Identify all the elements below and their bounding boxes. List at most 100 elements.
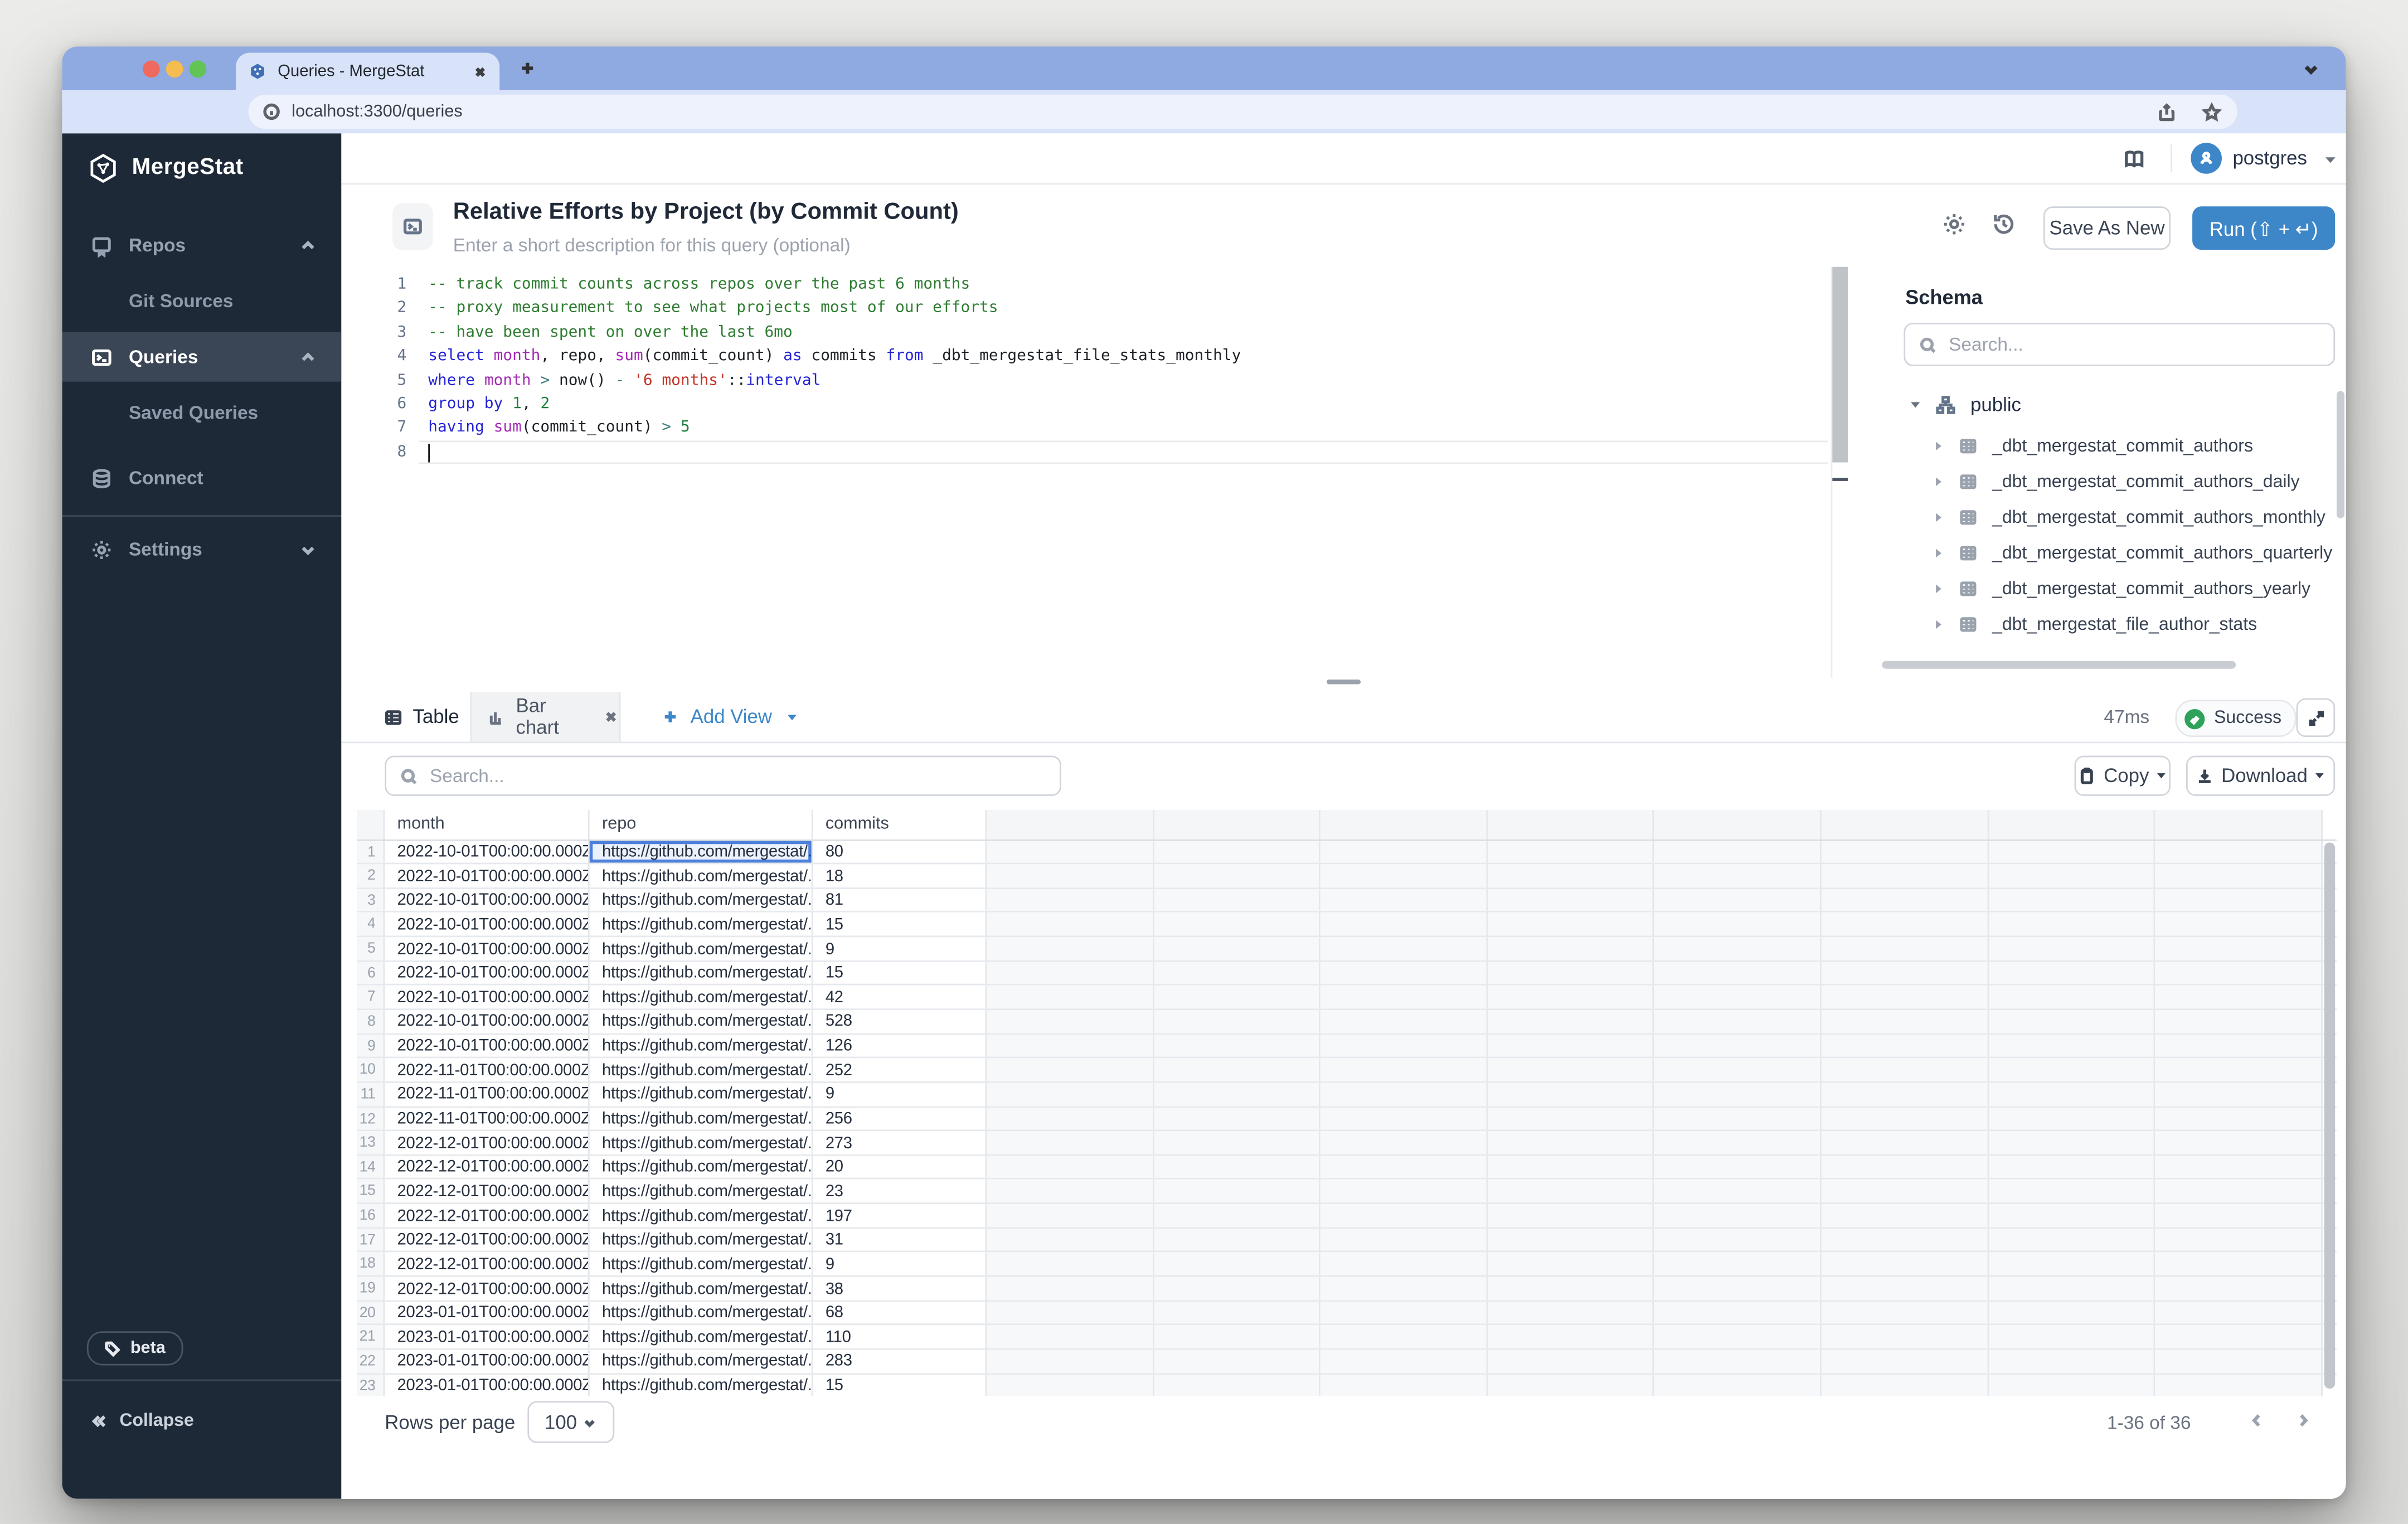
- table-cell[interactable]: 80: [813, 840, 987, 863]
- save-as-new-button[interactable]: Save As New: [2043, 206, 2171, 250]
- table-cell[interactable]: 2022-10-01T00:00:00.000Z: [385, 889, 589, 911]
- table-row[interactable]: 62022-10-01T00:00:00.000Zhttps://github.…: [357, 962, 2337, 986]
- schema-table-item[interactable]: _dbt_mergestat_commit_authors_monthly: [1881, 499, 2337, 535]
- schema-hscrollbar[interactable]: [1882, 661, 2335, 669]
- table-cell[interactable]: 42: [813, 986, 987, 1008]
- table-cell[interactable]: 2022-10-01T00:00:00.000Z: [385, 986, 589, 1008]
- bookmark-star-icon[interactable]: [2202, 101, 2222, 122]
- table-cell[interactable]: 23: [813, 1180, 987, 1203]
- results-table[interactable]: monthrepocommits 12022-10-01T00:00:00.00…: [357, 810, 2337, 1396]
- table-cell[interactable]: 20: [813, 1156, 987, 1178]
- table-cell[interactable]: 2023-01-01T00:00:00.000Z: [385, 1326, 589, 1348]
- table-cell[interactable]: 9: [813, 1083, 987, 1106]
- tree-collapsed-caret-icon[interactable]: [1933, 511, 1944, 525]
- table-cell[interactable]: 2022-10-01T00:00:00.000Z: [385, 840, 589, 863]
- sidebar-item-settings[interactable]: Settings: [62, 525, 341, 574]
- table-cell[interactable]: https://github.com/mergestat/...: [590, 1277, 813, 1300]
- browser-tab[interactable]: Queries - MergeStat: [236, 53, 499, 90]
- table-cell[interactable]: https://github.com/mergestat/...: [590, 962, 813, 984]
- download-button[interactable]: Download: [2186, 756, 2335, 796]
- table-cell[interactable]: 81: [813, 889, 987, 911]
- schema-table-item[interactable]: _dbt_mergestat_file_author_stats: [1881, 606, 2337, 642]
- query-title[interactable]: Relative Efforts by Project (by Commit C…: [453, 198, 959, 225]
- schema-table-item[interactable]: _dbt_mergestat_commit_authors_quarterly: [1881, 535, 2337, 571]
- table-cell[interactable]: https://github.com/mergestat/...: [590, 889, 813, 911]
- query-history-icon[interactable]: [1991, 211, 2017, 237]
- table-row[interactable]: 182022-12-01T00:00:00.000Zhttps://github…: [357, 1253, 2337, 1277]
- table-cell[interactable]: https://github.com/mergestat/...: [590, 865, 813, 887]
- table-row[interactable]: 112022-11-01T00:00:00.000Zhttps://github…: [357, 1083, 2337, 1108]
- column-header[interactable]: repo: [590, 810, 813, 838]
- docs-book-icon[interactable]: [2123, 147, 2146, 170]
- table-row[interactable]: 42022-10-01T00:00:00.000Zhttps://github.…: [357, 913, 2337, 938]
- table-cell[interactable]: 2022-11-01T00:00:00.000Z: [385, 1059, 589, 1081]
- editor-scrollbar-thumb[interactable]: [1832, 267, 1848, 463]
- table-row[interactable]: 142022-12-01T00:00:00.000Zhttps://github…: [357, 1156, 2337, 1180]
- rows-per-page-select[interactable]: 100: [527, 1401, 614, 1443]
- table-cell[interactable]: 2022-11-01T00:00:00.000Z: [385, 1083, 589, 1106]
- share-icon[interactable]: [2157, 101, 2177, 122]
- query-description-placeholder[interactable]: Enter a short description for this query…: [453, 234, 851, 256]
- table-cell[interactable]: 2022-12-01T00:00:00.000Z: [385, 1132, 589, 1154]
- table-row[interactable]: 212023-01-01T00:00:00.000Zhttps://github…: [357, 1326, 2337, 1350]
- sql-editor[interactable]: 12345678 -- track commit counts across r…: [341, 270, 1846, 680]
- table-cell[interactable]: https://github.com/mergestat/...: [590, 1010, 813, 1033]
- table-cell[interactable]: https://github.com/mergestat/...: [590, 1374, 813, 1396]
- app-logo[interactable]: MergeStat: [87, 146, 244, 190]
- table-cell[interactable]: 273: [813, 1132, 987, 1154]
- table-cell[interactable]: 528: [813, 1010, 987, 1033]
- tab-search-chevron-icon[interactable]: [2303, 61, 2320, 78]
- table-cell[interactable]: 2023-01-01T00:00:00.000Z: [385, 1301, 589, 1324]
- table-cell[interactable]: https://github.com/mergestat/...: [590, 1301, 813, 1324]
- table-row[interactable]: 152022-12-01T00:00:00.000Zhttps://github…: [357, 1180, 2337, 1205]
- editor-code-line[interactable]: group by 1, 2: [428, 392, 1241, 416]
- table-cell[interactable]: https://github.com/mergestat/...: [590, 1350, 813, 1373]
- address-bar[interactable]: localhost:3300/queries: [248, 95, 2237, 129]
- collapse-sidebar-button[interactable]: Collapse: [90, 1394, 193, 1449]
- sidebar-item-repos[interactable]: Repos: [62, 220, 341, 270]
- tree-expanded-caret-icon[interactable]: [1909, 399, 1922, 411]
- table-cell[interactable]: 2023-01-01T00:00:00.000Z: [385, 1350, 589, 1373]
- schema-table-item[interactable]: _dbt_mergestat_commit_authors_yearly: [1881, 571, 2337, 606]
- table-cell[interactable]: 2022-10-01T00:00:00.000Z: [385, 937, 589, 960]
- table-cell[interactable]: 68: [813, 1301, 987, 1324]
- schema-scrollbar-thumb[interactable]: [2337, 391, 2344, 518]
- table-row[interactable]: 202023-01-01T00:00:00.000Zhttps://github…: [357, 1301, 2337, 1326]
- sidebar-item-connect[interactable]: Connect: [62, 453, 341, 503]
- run-query-button[interactable]: Run (⇧ + ↵): [2192, 206, 2335, 250]
- table-cell[interactable]: 2022-12-01T00:00:00.000Z: [385, 1277, 589, 1300]
- sidebar-item-saved-queries[interactable]: Saved Queries: [62, 388, 341, 438]
- table-cell[interactable]: 256: [813, 1107, 987, 1130]
- table-row[interactable]: 22022-10-01T00:00:00.000Zhttps://github.…: [357, 865, 2337, 889]
- editor-code-line[interactable]: select month, repo, sum(commit_count) as…: [428, 344, 1241, 368]
- schema-table-item[interactable]: _dbt_mergestat_commit_authors_daily: [1881, 464, 2337, 499]
- editor-scrollbar[interactable]: [1831, 267, 1848, 678]
- tab-bar-chart[interactable]: Bar chart: [472, 692, 620, 741]
- table-cell[interactable]: 2022-10-01T00:00:00.000Z: [385, 865, 589, 887]
- schema-search-input[interactable]: Search...: [1904, 323, 2335, 366]
- table-cell[interactable]: https://github.com/mergestat/...: [590, 1180, 813, 1203]
- table-cell[interactable]: 2023-01-01T00:00:00.000Z: [385, 1374, 589, 1396]
- table-cell[interactable]: 2022-10-01T00:00:00.000Z: [385, 1010, 589, 1033]
- table-cell[interactable]: 283: [813, 1350, 987, 1373]
- table-cell[interactable]: https://github.com/mergestat/...: [590, 1156, 813, 1178]
- table-row[interactable]: 102022-11-01T00:00:00.000Zhttps://github…: [357, 1059, 2337, 1083]
- table-cell[interactable]: https://github.com/mergestat/...: [590, 1083, 813, 1106]
- next-page-icon[interactable]: [2293, 1410, 2313, 1430]
- table-row[interactable]: 192022-12-01T00:00:00.000Zhttps://github…: [357, 1277, 2337, 1302]
- table-cell[interactable]: https://github.com/mergestat/...: [590, 1229, 813, 1251]
- table-cell[interactable]: 2022-10-01T00:00:00.000Z: [385, 962, 589, 984]
- tab-table[interactable]: Table: [372, 692, 472, 741]
- table-row[interactable]: 172022-12-01T00:00:00.000Zhttps://github…: [357, 1229, 2337, 1253]
- table-row[interactable]: 232023-01-01T00:00:00.000Zhttps://github…: [357, 1374, 2337, 1396]
- table-cell[interactable]: https://github.com/mergestat/...: [590, 1035, 813, 1057]
- table-cell[interactable]: 38: [813, 1277, 987, 1300]
- user-avatar[interactable]: [2191, 143, 2222, 174]
- table-cell[interactable]: 18: [813, 865, 987, 887]
- tree-collapsed-caret-icon[interactable]: [1933, 475, 1944, 489]
- table-cell[interactable]: https://github.com/mergestat/...: [590, 1107, 813, 1130]
- tree-collapsed-caret-icon[interactable]: [1933, 618, 1944, 632]
- add-view-button[interactable]: Add View: [661, 692, 799, 741]
- tree-collapsed-caret-icon[interactable]: [1933, 582, 1944, 596]
- table-cell[interactable]: https://github.com/mergestat/...: [590, 1132, 813, 1154]
